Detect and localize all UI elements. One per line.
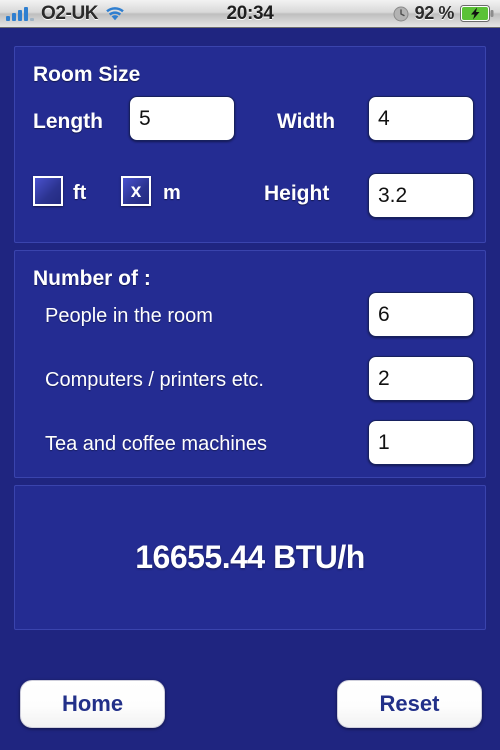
status-bar-center: 20:34 [226, 3, 273, 25]
height-input[interactable]: 3.2 [368, 173, 474, 218]
result-value: 16655.44 BTU/h [135, 539, 365, 575]
machines-label: Tea and coffee machines [45, 433, 268, 455]
people-label: People in the room [45, 305, 213, 327]
computers-label: Computers / printers etc. [45, 369, 264, 391]
battery-charging-icon [460, 5, 494, 22]
status-bar-right: 92 % [274, 3, 494, 24]
unit-m-checkbox[interactable]: x [121, 176, 151, 206]
status-bar-clock-label: 20:34 [226, 2, 274, 24]
carrier-label: O2-UK [41, 2, 99, 24]
unit-ft-label: ft [73, 182, 87, 204]
length-label: Length [33, 110, 103, 133]
height-label: Height [264, 182, 330, 205]
reset-button[interactable]: Reset [337, 680, 482, 728]
battery-percent-label: 92 % [414, 3, 455, 23]
signal-bars-icon [6, 6, 34, 21]
computers-input[interactable]: 2 [368, 356, 474, 401]
people-input[interactable]: 6 [368, 292, 474, 337]
status-bar-left: O2-UK [6, 3, 226, 25]
number-of-panel: Number of : People in the room 6 Compute… [14, 250, 486, 478]
number-of-title: Number of : [33, 267, 151, 290]
clock-icon [393, 6, 409, 22]
unit-m-label: m [163, 182, 181, 204]
room-size-panel: Room Size Length 5 Width 4 ft x m Height… [14, 46, 486, 243]
length-input[interactable]: 5 [129, 96, 235, 141]
home-button[interactable]: Home [20, 680, 165, 728]
machines-input[interactable]: 1 [368, 420, 474, 465]
room-size-title: Room Size [33, 63, 141, 86]
width-input[interactable]: 4 [368, 96, 474, 141]
result-panel: 16655.44 BTU/h [14, 485, 486, 630]
wifi-icon [105, 6, 125, 22]
unit-ft-checkbox[interactable] [33, 176, 63, 206]
status-bar: O2-UK 20:34 92 % [0, 0, 500, 28]
width-label: Width [277, 110, 336, 133]
